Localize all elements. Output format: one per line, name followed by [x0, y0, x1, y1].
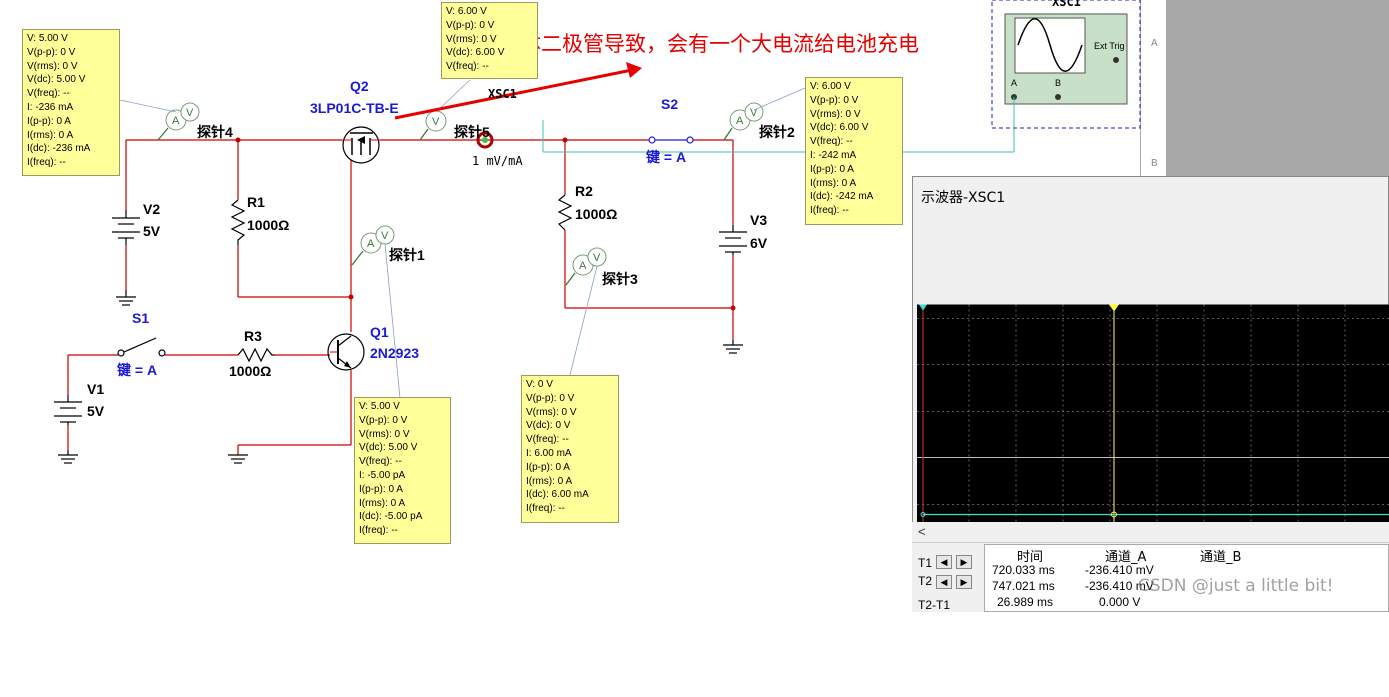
t1-left-arrow-icon[interactable]: ◀ [936, 555, 952, 569]
resistor-r3-symbol [237, 347, 275, 363]
oscilloscope-screen[interactable] [917, 217, 1389, 697]
scope-a-label: A [1011, 78, 1018, 88]
r1-value: 1000Ω [247, 217, 290, 233]
svg-text:V: V [593, 252, 601, 264]
t1-right-arrow-icon[interactable]: ▶ [956, 555, 972, 569]
probe5-readout: V: 6.00 V V(p-p): 0 V V(rms): 0 V V(dc): 6.… [441, 2, 538, 79]
v3-value: 6V [750, 235, 768, 251]
t2-label: T2 [918, 574, 933, 588]
v2-value: 5V [143, 223, 161, 239]
q2-part: 3LP01C-TB-E [310, 100, 399, 116]
r3-value: 1000Ω [229, 363, 272, 379]
s2-key: 键 = A [646, 149, 687, 165]
svg-text:V: V [432, 116, 440, 128]
v1-name: V1 [87, 381, 105, 397]
svg-text:V: V [186, 107, 194, 119]
col-channel-b-header: 通道_B [1200, 550, 1242, 565]
s2-name: S2 [661, 96, 679, 112]
scope-terminal-b [1055, 94, 1061, 100]
t1-time: 720.033 ms [992, 563, 1055, 577]
probe1-label: 探针1 [389, 247, 425, 263]
v2-name: V2 [143, 201, 161, 217]
t1-channel-a: -236.410 mV [1085, 563, 1154, 577]
t2-t1-label: T2-T1 [918, 598, 951, 612]
probe1-readout: V: 5.00 V V(p-p): 0 V V(rms): 0 V V(dc): 5.… [354, 397, 451, 544]
oscilloscope-title: 示波器-XSC1 [921, 190, 1006, 206]
t2-left-arrow-icon[interactable]: ◀ [936, 575, 952, 589]
annotation-text: 体二极管导致，会有一个大电流给电池充电 [520, 32, 919, 56]
r2-name: R2 [575, 183, 593, 199]
battery-v3-symbol [719, 225, 747, 255]
mosfet-q2-symbol [342, 126, 380, 164]
svg-text:A: A [367, 238, 375, 250]
probe-setting: 1 mV/mA [472, 154, 523, 168]
probe3-readout: V: 0 V V(p-p): 0 V V(rms): 0 V V(dc): 0 V V(… [521, 375, 619, 523]
resistor-r1-symbol [230, 199, 246, 245]
oscilloscope-scrollbar[interactable]: < [912, 522, 1389, 543]
t2-right-arrow-icon[interactable]: ▶ [956, 575, 972, 589]
r2-value: 1000Ω [575, 206, 618, 222]
q1-part: 2N2923 [370, 345, 420, 361]
bjt-q1-symbol [327, 333, 365, 371]
svg-text:A: A [736, 115, 744, 127]
t2-t1-channel-a: 0.000 V [1099, 595, 1141, 609]
svg-text:A: A [172, 115, 180, 127]
svg-text:A: A [579, 260, 587, 272]
battery-v1-symbol [54, 395, 82, 425]
watermark: CSDN @just a little bit! [1138, 576, 1334, 596]
t1-label: T1 [918, 556, 933, 570]
v3-name: V3 [750, 212, 768, 228]
scope-terminal-trig [1113, 57, 1119, 63]
switch-s2-symbol [648, 136, 694, 144]
t2-time: 747.021 ms [992, 579, 1055, 593]
scope-ext-trig-label: Ext Trig [1094, 41, 1125, 51]
annotation-arrow-head [626, 62, 642, 78]
t2-t1-time: 26.989 ms [997, 595, 1054, 609]
scope-b-label: B [1055, 78, 1062, 88]
probe3-label: 探针3 [602, 271, 638, 287]
probe4-readout: V: 5.00 V V(p-p): 0 V V(rms): 0 V V(dc): 5.… [22, 29, 120, 176]
r3-name: R3 [244, 328, 262, 344]
oscilloscope-controls: < T1 ◀ ▶ T2 ◀ ▶ T2-T1 时间 通道_A 通道_B 720.0… [912, 522, 1389, 612]
svg-text:V: V [381, 230, 389, 242]
switch-s1-symbol [117, 337, 166, 357]
q1-name: Q1 [370, 324, 389, 340]
q2-name: Q2 [350, 78, 369, 94]
battery-v2-symbol [112, 210, 140, 245]
scope-icon-title: XSC1 [1052, 0, 1081, 9]
s1-key: 键 = A [117, 362, 158, 378]
probe5-scope-ref: XSC1 [488, 87, 517, 101]
r1-name: R1 [247, 194, 265, 210]
scroll-left-arrow-icon[interactable]: < [918, 524, 926, 539]
probe4-label: 探针4 [197, 124, 233, 140]
probe2-readout: V: 6.00 V V(p-p): 0 V V(rms): 0 V V(dc): 6.… [805, 77, 903, 225]
s1-name: S1 [132, 310, 150, 326]
probe2-label: 探针2 [759, 124, 795, 140]
probe5-label: 探针5 [454, 124, 490, 140]
v1-value: 5V [87, 403, 105, 419]
resistor-r2-symbol [557, 194, 573, 231]
